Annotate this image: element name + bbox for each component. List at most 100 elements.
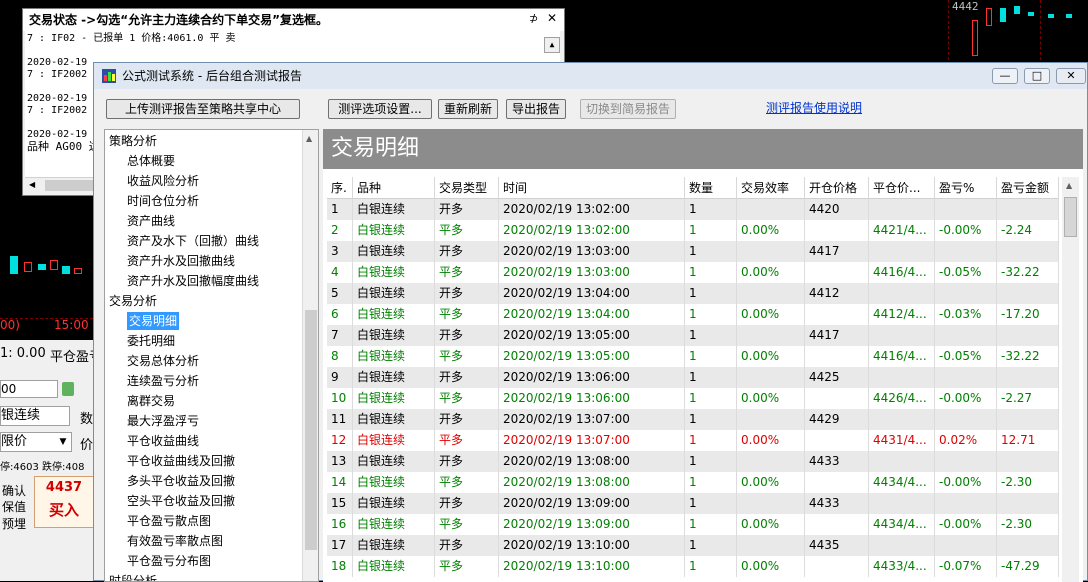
tree-item[interactable]: 有效盈亏率散点图 — [127, 532, 223, 550]
scroll-up-icon[interactable]: ▲ — [544, 37, 560, 53]
tree-item[interactable]: 平仓盈亏分布图 — [127, 552, 211, 570]
table-cell: 2020/02/19 13:09:00 — [499, 514, 685, 535]
help-link[interactable]: 测评报告使用说明 — [766, 99, 862, 117]
table-row[interactable]: 7 白银连续 开多 2020/02/19 13:05:00 1 4417 — [327, 325, 1059, 346]
tree-item[interactable]: 离群交易 — [127, 392, 175, 410]
tree-item[interactable]: 时间仓位分析 — [127, 192, 199, 210]
tree-scrollbar[interactable]: ▲ — [302, 130, 318, 581]
column-header[interactable]: 交易类型 — [435, 177, 499, 199]
table-row[interactable]: 4 白银连续 平多 2020/02/19 13:03:00 1 0.00% 4416/4..… — [327, 262, 1059, 283]
upload-report-button[interactable]: 上传测评报告至策略共享中心 — [106, 99, 300, 119]
tree-item[interactable]: 收益风险分析 — [127, 172, 199, 190]
column-header[interactable]: 品种 — [353, 177, 435, 199]
tree-item[interactable]: 平仓收益曲线 — [127, 432, 199, 450]
table-row[interactable]: 9 白银连续 开多 2020/02/19 13:06:00 1 4425 — [327, 367, 1059, 388]
table-row[interactable]: 18 白银连续 平多 2020/02/19 13:10:00 1 0.00% 4433/4.… — [327, 556, 1059, 577]
tree-item[interactable]: 总体概要 — [127, 152, 175, 170]
table-row[interactable]: 17 白银连续 开多 2020/02/19 13:10:00 1 4435 — [327, 535, 1059, 556]
scroll-thumb[interactable] — [1064, 197, 1077, 237]
switch-simple-report-button[interactable]: 切换到简易报告 — [580, 99, 676, 119]
column-header[interactable]: 平仓价... — [869, 177, 935, 199]
table-row[interactable]: 8 白银连续 平多 2020/02/19 13:05:00 1 0.00% 4416/4..… — [327, 346, 1059, 367]
scroll-thumb[interactable] — [305, 310, 317, 550]
test-options-button[interactable]: 测评选项设置... — [328, 99, 432, 119]
column-header[interactable]: 开仓价格 — [805, 177, 869, 199]
account-input[interactable]: 00 — [0, 380, 58, 398]
column-header[interactable]: 交易效率 — [737, 177, 805, 199]
table-cell: 4421/4... — [869, 220, 935, 241]
refresh-button[interactable]: 重新刷新 — [438, 99, 498, 119]
table-cell: 13 — [327, 451, 353, 472]
report-content: 交易明细 序. 品种 交易类型 时间 数量 交易效率 开仓价格 平仓价... 盈亏% 盈亏金额 1… — [323, 129, 1083, 582]
table-cell — [869, 451, 935, 472]
column-header[interactable]: 盈亏% — [935, 177, 997, 199]
column-header[interactable]: 序. — [327, 177, 353, 199]
table-cell: 2020/02/19 13:02:00 — [499, 220, 685, 241]
tree-item[interactable]: 资产曲线 — [127, 212, 175, 230]
table-cell — [805, 388, 869, 409]
table-cell: 18 — [327, 556, 353, 577]
table-row[interactable]: 16 白银连续 平多 2020/02/19 13:09:00 1 0.00% 4434/4.… — [327, 514, 1059, 535]
table-cell — [997, 493, 1059, 514]
table-row[interactable]: 13 白银连续 开多 2020/02/19 13:08:00 1 4433 — [327, 451, 1059, 472]
tree-item[interactable]: 平仓收益曲线及回撤 — [127, 452, 235, 470]
scroll-up-icon[interactable]: ▲ — [306, 134, 312, 143]
table-cell — [935, 241, 997, 262]
table-row[interactable]: 5 白银连续 开多 2020/02/19 13:04:00 1 4412 — [327, 283, 1059, 304]
close-icon[interactable]: ✕ — [547, 11, 557, 25]
table-scrollbar[interactable]: ▲ — [1062, 177, 1079, 582]
tree-item[interactable]: 资产升水及回撤曲线 — [127, 252, 235, 270]
table-cell — [935, 325, 997, 346]
tree-item[interactable]: 连续盈亏分析 — [127, 372, 199, 390]
tree-item[interactable]: 交易总体分析 — [127, 352, 199, 370]
column-header[interactable]: 盈亏金额 — [997, 177, 1059, 199]
scroll-up-icon[interactable]: ▲ — [1066, 181, 1072, 190]
table-cell — [869, 325, 935, 346]
tree-item[interactable]: 空头平仓收益及回撤 — [127, 492, 235, 510]
buy-button[interactable]: 4437 买入 — [34, 476, 94, 528]
status-title: 交易状态 ->勾选“允许主力连续合约下单交易”复选框。 — [23, 9, 564, 31]
tree-item[interactable]: 资产升水及回撤幅度曲线 — [127, 272, 259, 290]
tree-item[interactable]: 多头平仓收益及回撤 — [127, 472, 235, 490]
column-header[interactable]: 时间 — [499, 177, 685, 199]
table-row[interactable]: 2 白银连续 平多 2020/02/19 13:02:00 1 0.00% 4421/4..… — [327, 220, 1059, 241]
contract-field[interactable]: 银连续 — [0, 406, 70, 426]
scroll-left-icon[interactable]: ◀ — [29, 180, 35, 189]
table-cell: -32.22 — [997, 346, 1059, 367]
table-cell: 白银连续 — [353, 283, 435, 304]
export-report-button[interactable]: 导出报告 — [506, 99, 566, 119]
minimize-button[interactable]: — — [992, 68, 1018, 84]
table-cell: 4425 — [805, 367, 869, 388]
table-row[interactable]: 1 白银连续 开多 2020/02/19 13:02:00 1 4420 — [327, 199, 1059, 220]
table-cell: 开多 — [435, 451, 499, 472]
lock-icon[interactable] — [62, 382, 74, 396]
table-cell: 1 — [685, 535, 737, 556]
table-cell: 平多 — [435, 346, 499, 367]
table-cell: 1 — [327, 199, 353, 220]
tree-item[interactable]: 平仓盈亏散点图 — [127, 512, 211, 530]
table-row[interactable]: 14 白银连续 平多 2020/02/19 13:08:00 1 0.00% 4434/4.… — [327, 472, 1059, 493]
pin-icon[interactable]: ⊅ — [529, 12, 538, 25]
tree-group[interactable]: 交易分析 — [109, 292, 157, 310]
table-cell: 1 — [685, 262, 737, 283]
table-cell: 0.00% — [737, 262, 805, 283]
tree-item[interactable]: 交易明细 — [127, 312, 180, 330]
table-cell: 1 — [685, 430, 737, 451]
table-row[interactable]: 11 白银连续 开多 2020/02/19 13:07:00 1 4429 — [327, 409, 1059, 430]
table-row[interactable]: 15 白银连续 开多 2020/02/19 13:09:00 1 4433 — [327, 493, 1059, 514]
close-button[interactable]: ✕ — [1056, 68, 1086, 84]
tree-group[interactable]: 策略分析 — [109, 132, 157, 150]
table-cell: -2.30 — [997, 472, 1059, 493]
table-cell: 4417 — [805, 325, 869, 346]
table-row[interactable]: 12 白银连续 平多 2020/02/19 13:07:00 1 0.00% 4431/4.… — [327, 430, 1059, 451]
tree-item[interactable]: 委托明细 — [127, 332, 175, 350]
table-row[interactable]: 6 白银连续 平多 2020/02/19 13:04:00 1 0.00% 4412/4..… — [327, 304, 1059, 325]
tree-item[interactable]: 资产及水下（回撤）曲线 — [127, 232, 259, 250]
order-type-select[interactable]: 限价 ▼ — [0, 432, 72, 452]
column-header[interactable]: 数量 — [685, 177, 737, 199]
table-cell: 白银连续 — [353, 325, 435, 346]
table-row[interactable]: 3 白银连续 开多 2020/02/19 13:03:00 1 4417 — [327, 241, 1059, 262]
maximize-button[interactable]: □ — [1024, 68, 1050, 84]
table-row[interactable]: 10 白银连续 平多 2020/02/19 13:06:00 1 0.00% 4426/4.… — [327, 388, 1059, 409]
tree-item[interactable]: 最大浮盈浮亏 — [127, 412, 199, 430]
